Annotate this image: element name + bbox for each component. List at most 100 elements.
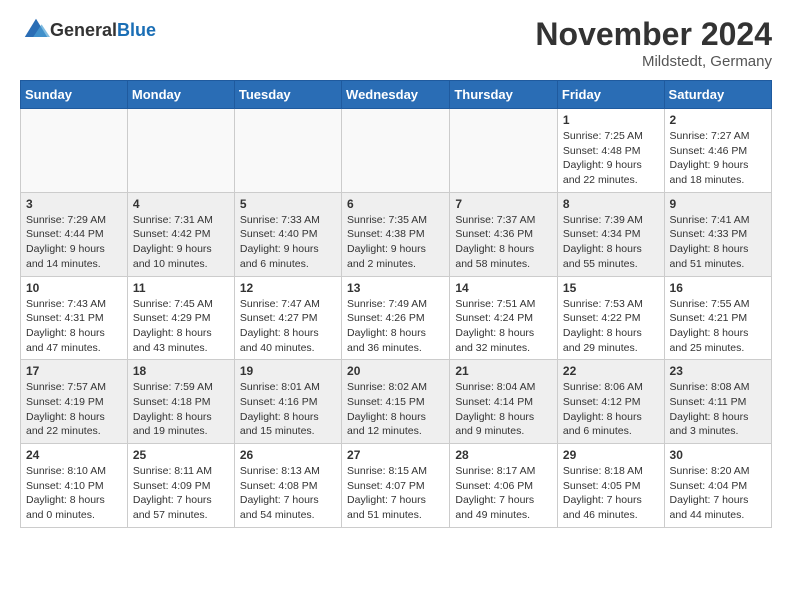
day-number: 7: [455, 197, 552, 211]
day-cell: 24 Sunrise: 8:10 AM Sunset: 4:10 PM Dayli…: [21, 444, 128, 528]
day-info: Sunrise: 8:10 AM Sunset: 4:10 PM Dayligh…: [26, 464, 122, 523]
day-cell: 12 Sunrise: 7:47 AM Sunset: 4:27 PM Dayli…: [234, 276, 341, 360]
day-info: Sunrise: 7:51 AM Sunset: 4:24 PM Dayligh…: [455, 297, 552, 356]
day-info: Sunrise: 8:20 AM Sunset: 4:04 PM Dayligh…: [670, 464, 766, 523]
day-info: Sunrise: 7:55 AM Sunset: 4:21 PM Dayligh…: [670, 297, 766, 356]
logo-icon: [22, 16, 50, 44]
logo-general: General: [50, 20, 117, 40]
day-number: 13: [347, 281, 444, 295]
day-info: Sunrise: 7:45 AM Sunset: 4:29 PM Dayligh…: [133, 297, 229, 356]
day-info: Sunrise: 7:41 AM Sunset: 4:33 PM Dayligh…: [670, 213, 766, 272]
day-number: 2: [670, 113, 766, 127]
page: GeneralBlue November 2024 Mildstedt, Ger…: [0, 0, 792, 544]
day-info: Sunrise: 7:43 AM Sunset: 4:31 PM Dayligh…: [26, 297, 122, 356]
week-row-5: 24 Sunrise: 8:10 AM Sunset: 4:10 PM Dayli…: [21, 444, 772, 528]
day-info: Sunrise: 7:57 AM Sunset: 4:19 PM Dayligh…: [26, 380, 122, 439]
day-info: Sunrise: 8:11 AM Sunset: 4:09 PM Dayligh…: [133, 464, 229, 523]
day-info: Sunrise: 7:39 AM Sunset: 4:34 PM Dayligh…: [563, 213, 659, 272]
day-info: Sunrise: 8:13 AM Sunset: 4:08 PM Dayligh…: [240, 464, 336, 523]
day-cell: 13 Sunrise: 7:49 AM Sunset: 4:26 PM Dayli…: [342, 276, 450, 360]
day-cell: 3 Sunrise: 7:29 AM Sunset: 4:44 PM Daylig…: [21, 192, 128, 276]
day-info: Sunrise: 8:06 AM Sunset: 4:12 PM Dayligh…: [563, 380, 659, 439]
day-cell: 23Sunrise: 8:08 AM Sunset: 4:11 PM Dayli…: [664, 360, 771, 444]
day-cell: 25 Sunrise: 8:11 AM Sunset: 4:09 PM Dayli…: [127, 444, 234, 528]
col-header-tuesday: Tuesday: [234, 81, 341, 109]
day-cell: [21, 109, 128, 193]
day-cell: 20 Sunrise: 8:02 AM Sunset: 4:15 PM Dayli…: [342, 360, 450, 444]
day-number: 4: [133, 197, 229, 211]
day-info: Sunrise: 7:25 AM Sunset: 4:48 PM Dayligh…: [563, 129, 659, 188]
week-row-4: 17Sunrise: 7:57 AM Sunset: 4:19 PM Dayli…: [21, 360, 772, 444]
col-header-sunday: Sunday: [21, 81, 128, 109]
day-number: 25: [133, 448, 229, 462]
day-cell: 6 Sunrise: 7:35 AM Sunset: 4:38 PM Daylig…: [342, 192, 450, 276]
day-info: Sunrise: 7:37 AM Sunset: 4:36 PM Dayligh…: [455, 213, 552, 272]
day-number: 1: [563, 113, 659, 127]
day-info: Sunrise: 7:49 AM Sunset: 4:26 PM Dayligh…: [347, 297, 444, 356]
day-number: 3: [26, 197, 122, 211]
day-number: 12: [240, 281, 336, 295]
day-cell: 22 Sunrise: 8:06 AM Sunset: 4:12 PM Dayli…: [557, 360, 664, 444]
day-number: 11: [133, 281, 229, 295]
day-number: 20: [347, 364, 444, 378]
day-info: Sunrise: 7:27 AM Sunset: 4:46 PM Dayligh…: [670, 129, 766, 188]
day-number: 5: [240, 197, 336, 211]
logo-text: GeneralBlue: [50, 20, 156, 41]
day-cell: 5Sunrise: 7:33 AM Sunset: 4:40 PM Daylig…: [234, 192, 341, 276]
day-number: 24: [26, 448, 122, 462]
col-header-friday: Friday: [557, 81, 664, 109]
day-cell: 16 Sunrise: 7:55 AM Sunset: 4:21 PM Dayli…: [664, 276, 771, 360]
day-info: Sunrise: 7:29 AM Sunset: 4:44 PM Dayligh…: [26, 213, 122, 272]
week-row-3: 10 Sunrise: 7:43 AM Sunset: 4:31 PM Dayli…: [21, 276, 772, 360]
day-number: 21: [455, 364, 552, 378]
day-cell: 7 Sunrise: 7:37 AM Sunset: 4:36 PM Daylig…: [450, 192, 558, 276]
day-number: 26: [240, 448, 336, 462]
day-info: Sunrise: 8:02 AM Sunset: 4:15 PM Dayligh…: [347, 380, 444, 439]
header: GeneralBlue November 2024 Mildstedt, Ger…: [20, 16, 772, 70]
day-cell: 28Sunrise: 8:17 AM Sunset: 4:06 PM Dayli…: [450, 444, 558, 528]
calendar-title: November 2024: [535, 16, 772, 53]
day-cell: 27Sunrise: 8:15 AM Sunset: 4:07 PM Dayli…: [342, 444, 450, 528]
day-number: 14: [455, 281, 552, 295]
day-cell: 17Sunrise: 7:57 AM Sunset: 4:19 PM Dayli…: [21, 360, 128, 444]
header-row: SundayMondayTuesdayWednesdayThursdayFrid…: [21, 81, 772, 109]
day-cell: [127, 109, 234, 193]
calendar-subtitle: Mildstedt, Germany: [535, 53, 772, 70]
day-cell: [234, 109, 341, 193]
day-number: 10: [26, 281, 122, 295]
day-info: Sunrise: 8:04 AM Sunset: 4:14 PM Dayligh…: [455, 380, 552, 439]
day-number: 28: [455, 448, 552, 462]
day-cell: [450, 109, 558, 193]
day-cell: 11 Sunrise: 7:45 AM Sunset: 4:29 PM Dayli…: [127, 276, 234, 360]
day-info: Sunrise: 7:47 AM Sunset: 4:27 PM Dayligh…: [240, 297, 336, 356]
day-number: 30: [670, 448, 766, 462]
day-cell: 29Sunrise: 8:18 AM Sunset: 4:05 PM Dayli…: [557, 444, 664, 528]
week-row-2: 3 Sunrise: 7:29 AM Sunset: 4:44 PM Daylig…: [21, 192, 772, 276]
logo: GeneralBlue: [20, 16, 156, 44]
day-cell: [342, 109, 450, 193]
day-cell: 21 Sunrise: 8:04 AM Sunset: 4:14 PM Dayli…: [450, 360, 558, 444]
day-info: Sunrise: 7:53 AM Sunset: 4:22 PM Dayligh…: [563, 297, 659, 356]
calendar-table: SundayMondayTuesdayWednesdayThursdayFrid…: [20, 80, 772, 528]
day-number: 22: [563, 364, 659, 378]
col-header-wednesday: Wednesday: [342, 81, 450, 109]
col-header-thursday: Thursday: [450, 81, 558, 109]
col-header-monday: Monday: [127, 81, 234, 109]
day-cell: 30 Sunrise: 8:20 AM Sunset: 4:04 PM Dayli…: [664, 444, 771, 528]
day-info: Sunrise: 7:59 AM Sunset: 4:18 PM Dayligh…: [133, 380, 229, 439]
day-number: 19: [240, 364, 336, 378]
day-info: Sunrise: 8:08 AM Sunset: 4:11 PM Dayligh…: [670, 380, 766, 439]
day-cell: 14 Sunrise: 7:51 AM Sunset: 4:24 PM Dayli…: [450, 276, 558, 360]
day-number: 18: [133, 364, 229, 378]
day-cell: 8Sunrise: 7:39 AM Sunset: 4:34 PM Daylig…: [557, 192, 664, 276]
day-info: Sunrise: 7:35 AM Sunset: 4:38 PM Dayligh…: [347, 213, 444, 272]
day-number: 27: [347, 448, 444, 462]
day-cell: 9 Sunrise: 7:41 AM Sunset: 4:33 PM Daylig…: [664, 192, 771, 276]
day-info: Sunrise: 7:31 AM Sunset: 4:42 PM Dayligh…: [133, 213, 229, 272]
day-cell: 4 Sunrise: 7:31 AM Sunset: 4:42 PM Daylig…: [127, 192, 234, 276]
day-cell: 18 Sunrise: 7:59 AM Sunset: 4:18 PM Dayli…: [127, 360, 234, 444]
day-number: 9: [670, 197, 766, 211]
day-info: Sunrise: 8:01 AM Sunset: 4:16 PM Dayligh…: [240, 380, 336, 439]
day-number: 16: [670, 281, 766, 295]
day-number: 6: [347, 197, 444, 211]
